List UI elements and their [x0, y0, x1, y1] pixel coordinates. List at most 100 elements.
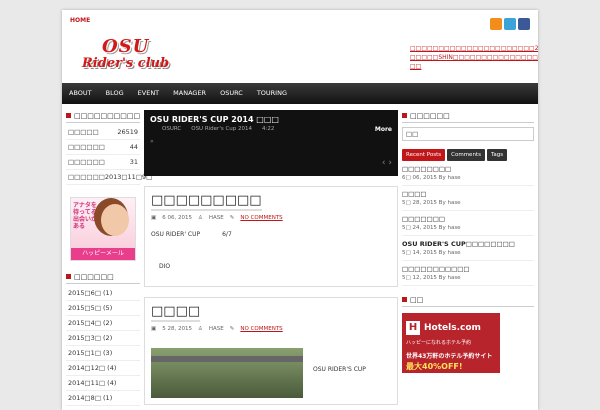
- nav-about[interactable]: ABOUT: [62, 83, 99, 104]
- recent-post-title: □□□□□□□: [402, 215, 445, 223]
- archive-item[interactable]: 2015□3□ (2): [66, 331, 140, 346]
- slider-dot: »: [150, 138, 154, 145]
- archive-item[interactable]: 2015□6□ (1): [66, 286, 140, 301]
- hotels-promo: 最大40%OFF!: [406, 362, 463, 371]
- stat-label: □□□□□□: [68, 173, 105, 181]
- stat-value: 31: [129, 158, 138, 166]
- ad-portrait: [101, 204, 129, 236]
- ad-banner: ハッピーメール: [71, 248, 135, 260]
- home-link[interactable]: HOME: [70, 17, 90, 24]
- post-comments[interactable]: NO COMMENTS: [240, 326, 282, 332]
- recent-post-date: 5□ 14, 2015 By hase: [402, 250, 461, 256]
- slider-meta: OSURC OSU Rider's Cup 2014 4:22: [162, 126, 274, 132]
- recent-post-date: 6□ 06, 2015 By hase: [402, 175, 461, 181]
- tab-recent-posts[interactable]: Recent Posts: [402, 149, 446, 161]
- recent-post[interactable]: □□□□ 5□ 28, 2015 By hase: [402, 186, 534, 211]
- post-card: □□□□ ▣ 5 28, 2015 ♙ HASE ✎ NO COMMENTS O…: [144, 297, 398, 405]
- nav-osurc[interactable]: OSURC: [213, 83, 250, 104]
- author-icon: ♙: [197, 326, 203, 332]
- twitter-icon[interactable]: [504, 18, 516, 30]
- featured-slider: OSU RIDER'S CUP 2014 □□□ OSURC OSU Rider…: [144, 110, 398, 176]
- archive-widget: □□□□□□ 2015□6□ (1) 2015□5□ (5) 2015□4□ (…: [66, 271, 140, 406]
- tab-bar: Recent Posts Comments Tags: [402, 149, 534, 161]
- chevron-right-icon[interactable]: ›: [388, 158, 392, 168]
- recent-post[interactable]: OSU RIDER'S CUP□□□□□□□□ 5□ 14, 2015 By ha…: [402, 236, 534, 261]
- excerpt-line: DIO: [159, 263, 171, 270]
- excerpt-line: OSU RIDER'S CUP: [313, 366, 366, 373]
- post-author: HASE: [208, 326, 224, 332]
- stat-row: □□□□□□ 2013□11□9□: [66, 170, 152, 185]
- left-sidebar: □□□□□□□□□□ □□□□□ 26519 □□□□□□ 44 □□□□□□ 31 …: [66, 110, 152, 406]
- stat-value: 26519: [117, 128, 138, 136]
- recent-post-date: 5□ 24, 2015 By hase: [402, 225, 461, 231]
- post-excerpt: OSU RIDER' CUP 6/7 DIO: [151, 231, 391, 270]
- nav-touring[interactable]: TOURING: [250, 83, 294, 104]
- facebook-icon[interactable]: [518, 18, 530, 30]
- recent-post[interactable]: □□□□□□□□ 6□ 06, 2015 By hase: [402, 161, 534, 186]
- recent-post[interactable]: □□□□□□□ 5□ 24, 2015 By hase: [402, 211, 534, 236]
- calendar-icon: ▣: [151, 215, 157, 221]
- archive-item[interactable]: 2014□11□ (4): [66, 376, 140, 391]
- post-date: 5 28, 2015: [162, 326, 192, 332]
- comment-icon: ✎: [229, 326, 235, 332]
- archive-item[interactable]: 2015□1□ (3): [66, 346, 140, 361]
- recent-post-title: □□□□□□□□: [402, 165, 452, 173]
- post-comments[interactable]: NO COMMENTS: [240, 215, 282, 221]
- post-thumbnail[interactable]: [151, 348, 303, 398]
- post-author: HASE: [208, 215, 224, 221]
- recent-post[interactable]: □□□□□□□□□□□ 5□ 12, 2015 By hase: [402, 261, 534, 286]
- ad-title: □□: [402, 294, 534, 307]
- header-links[interactable]: □□□□□□□□□□□□□□□□□□□□□□21 □□□□□SHIN□□□□□□…: [410, 44, 538, 71]
- slider-title[interactable]: OSU RIDER'S CUP 2014 □□□: [150, 115, 279, 124]
- tab-tags[interactable]: Tags: [486, 149, 508, 161]
- search-title: □□□□□□: [402, 110, 534, 123]
- author-icon: ♙: [197, 215, 203, 221]
- hotels-ad[interactable]: H Hotels.com ハッピーになれるホテル予約 世界43万軒のホテル予約サ…: [402, 313, 500, 373]
- archive-item[interactable]: 2014□8□ (1): [66, 391, 140, 406]
- slider-event: OSU Rider's Cup 2014: [191, 126, 253, 132]
- page-container: HOME OSU Rider's club □□□□□□□□□□□□□□□□□□…: [62, 10, 538, 410]
- ad-text: アナタを待ってる出会いがある: [73, 202, 98, 230]
- stat-row: □□□□□ 26519: [66, 125, 140, 140]
- hotels-body: 世界43万軒のホテル予約サイト: [406, 353, 493, 360]
- hotels-name: Hotels.com: [424, 323, 481, 333]
- archive-item[interactable]: 2014□12□ (4): [66, 361, 140, 376]
- stat-row: □□□□□□ 31: [66, 155, 140, 170]
- hotels-tagline: ハッピーになれるホテル予約: [406, 340, 472, 346]
- logo-osu: OSU: [102, 36, 150, 57]
- rss-icon[interactable]: [490, 18, 502, 30]
- stat-label: □□□□□: [68, 128, 99, 136]
- excerpt-line: OSU RIDER' CUP: [151, 231, 201, 238]
- post-meta: ▣ 6 06, 2015 ♙ HASE ✎ NO COMMENTS: [151, 215, 391, 221]
- stat-row: □□□□□□ 44: [66, 140, 140, 155]
- nav-manager[interactable]: MANAGER: [166, 83, 213, 104]
- stat-label: □□□□□□: [68, 158, 105, 166]
- site-logo[interactable]: OSU Rider's club: [82, 36, 178, 78]
- post-title[interactable]: □□□□: [151, 304, 201, 322]
- tab-comments[interactable]: Comments: [447, 149, 485, 161]
- recent-post-title: OSU RIDER'S CUP□□□□□□□□: [402, 240, 515, 248]
- sidebar-ad[interactable]: アナタを待ってる出会いがある ハッピーメール: [70, 197, 136, 261]
- post-date: 6 06, 2015: [162, 215, 192, 221]
- comment-icon: ✎: [229, 215, 235, 221]
- nav-event[interactable]: EVENT: [131, 83, 167, 104]
- post-title[interactable]: □□□□□□□□□: [151, 193, 262, 211]
- stats-title: □□□□□□□□□□: [66, 110, 140, 123]
- slider-arrows: ‹ ›: [382, 158, 392, 168]
- main-content: OSU RIDER'S CUP 2014 □□□ OSURC OSU Rider…: [144, 110, 398, 405]
- recent-post-date: 5□ 12, 2015 By hase: [402, 275, 461, 281]
- search-input[interactable]: □□: [402, 127, 534, 141]
- social-icons: [490, 18, 530, 30]
- post-card: □□□□□□□□□ ▣ 6 06, 2015 ♙ HASE ✎ NO COMME…: [144, 186, 398, 287]
- main-nav: ABOUT BLOG EVENT MANAGER OSURC TOURING: [62, 83, 538, 104]
- archive-item[interactable]: 2015□5□ (5): [66, 301, 140, 316]
- more-link[interactable]: More: [375, 126, 392, 133]
- archive-item[interactable]: 2015□4□ (2): [66, 316, 140, 331]
- nav-blog[interactable]: BLOG: [99, 83, 131, 104]
- stat-label: □□□□□□: [68, 143, 105, 151]
- slider-category[interactable]: OSURC: [162, 126, 181, 132]
- chevron-left-icon[interactable]: ‹: [382, 158, 386, 168]
- hotels-logo-icon: H: [406, 321, 420, 335]
- stat-value: 44: [129, 143, 138, 151]
- logo-club: Rider's club: [82, 56, 170, 71]
